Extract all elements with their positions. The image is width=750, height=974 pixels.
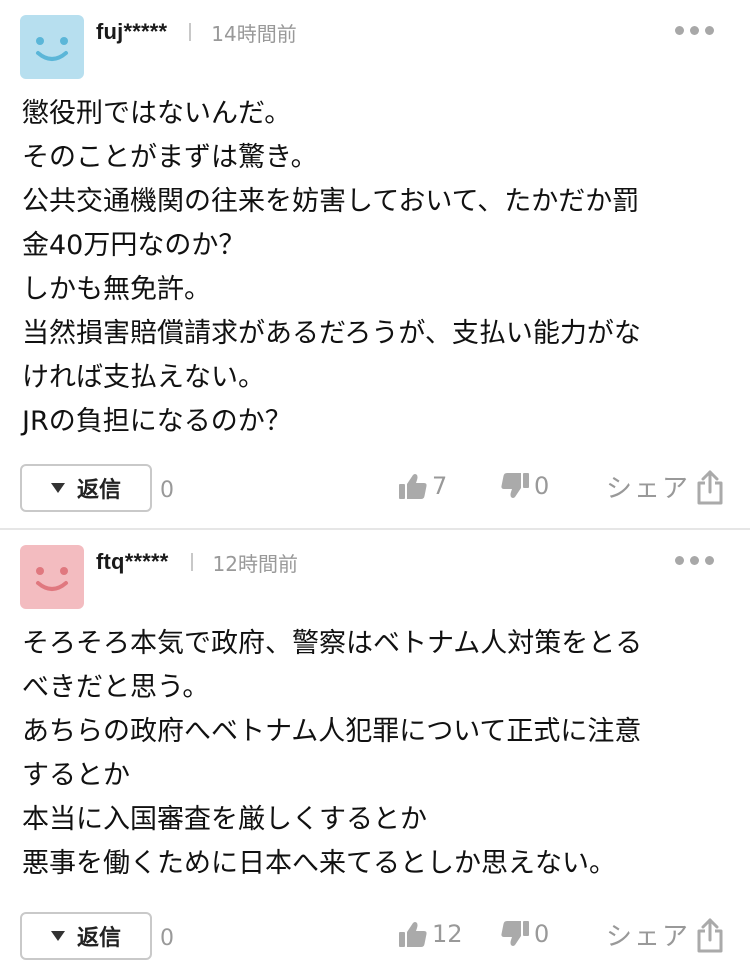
reply-button-label: 返信 (76, 478, 121, 503)
comment-line: べきだと思う。 (22, 672, 210, 703)
avatar[interactable] (20, 545, 84, 609)
share-label: シェア (606, 922, 691, 952)
dislike-count: 0 (534, 920, 550, 948)
caret-down-icon (50, 483, 65, 493)
more-options-icon[interactable] (675, 556, 714, 565)
comment-line: 悪事を働くために日本へ来てるとしか思えない。 (22, 848, 616, 879)
comment-line: あちらの政府へベトナム人犯罪について正式に注意 (22, 716, 642, 747)
meta-separator (190, 553, 193, 571)
dislike-button[interactable]: 0 (500, 920, 549, 948)
reply-button-label: 返信 (76, 926, 121, 951)
share-icon (697, 918, 723, 952)
share-button[interactable]: シェア (606, 468, 724, 505)
more-options-icon[interactable] (675, 26, 714, 35)
comment-line: しかも無免許。 (22, 274, 211, 305)
share-label: シェア (606, 474, 691, 504)
comment-line: 懲役刑ではないんだ。 (22, 98, 292, 129)
dislike-count: 0 (534, 472, 550, 500)
thumbs-up-icon (399, 922, 427, 947)
thumbs-down-icon (501, 473, 529, 498)
reply-count: 0 (160, 478, 174, 503)
like-count: 12 (432, 920, 463, 948)
reply-count: 0 (160, 926, 174, 951)
comment-line: するとか (22, 760, 130, 791)
like-count: 7 (432, 472, 448, 500)
share-icon (697, 470, 723, 504)
like-button[interactable]: 12 (398, 920, 463, 948)
timestamp: 12時間前 (212, 551, 298, 576)
avatar[interactable] (20, 15, 84, 79)
comment-line: 金40万円なのか？ (22, 230, 246, 261)
share-button[interactable]: シェア (606, 916, 724, 953)
comment-meta: ftq***** 12時間前 (96, 546, 298, 578)
like-button[interactable]: 7 (398, 472, 447, 500)
comment-line: 当然損害賠償請求があるだろうが、支払い能力がな (22, 318, 641, 349)
username[interactable]: fuj***** (96, 19, 167, 45)
comment-line: 公共交通機関の往来を妨害しておいて、たかだか罰 (22, 186, 640, 217)
caret-down-icon (50, 931, 65, 941)
comment-line: 本当に入国審査を厳しくするとか (22, 804, 427, 835)
comment-line: そろそろ本気で政府、警察はベトナム人対策をとる (22, 628, 643, 659)
comment-meta: fuj***** 14時間前 (96, 16, 297, 48)
thumbs-down-icon (501, 921, 529, 946)
username[interactable]: ftq***** (96, 549, 169, 575)
comment-actions: 返信 0 7 0 シェア (0, 464, 750, 514)
thumbs-up-icon (399, 474, 427, 499)
comment-item: ftq***** 12時間前 そろそろ本気で政府、警察はベトナム人対策をとる べ… (0, 530, 750, 974)
comment-item: fuj***** 14時間前 懲役刑ではないんだ。 そのことがまずは驚き。 公共… (0, 0, 750, 529)
timestamp: 14時間前 (211, 21, 297, 46)
reply-button[interactable]: 返信 (20, 464, 152, 512)
comment-line: そのことがまずは驚き。 (22, 142, 318, 173)
smiley-face-icon (36, 37, 68, 61)
dislike-button[interactable]: 0 (500, 472, 549, 500)
reply-button[interactable]: 返信 (20, 912, 152, 960)
smiley-face-icon (36, 567, 68, 591)
meta-separator (189, 23, 192, 41)
comment-body: 懲役刑ではないんだ。 そのことがまずは驚き。 公共交通機関の往来を妨害しておいて… (22, 92, 722, 444)
comment-body: そろそろ本気で政府、警察はベトナム人対策をとる べきだと思う。 あちらの政府へベ… (22, 622, 722, 886)
comment-line: JRの負担になるのか？ (22, 406, 292, 437)
comment-line: ければ支払えない。 (22, 362, 265, 393)
comment-actions: 返信 0 12 0 シェア (0, 912, 750, 962)
